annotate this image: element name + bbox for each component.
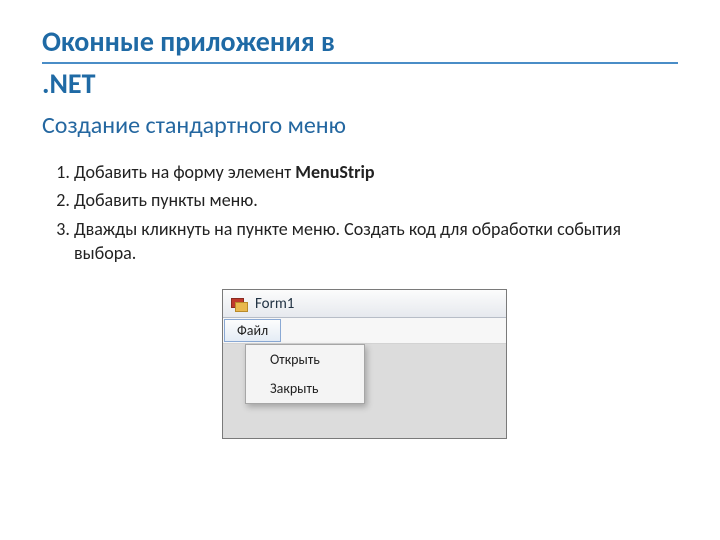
menu-dropdown: Открыть Закрыть	[245, 344, 365, 404]
step-bold: MenuStrip	[295, 161, 374, 183]
slide-title-line2: .NET	[42, 66, 678, 101]
step-item: Добавить пункты меню.	[74, 188, 678, 212]
menu-strip: Файл	[223, 318, 506, 344]
step-text: Добавить на форму элемент	[74, 161, 295, 183]
window-titlebar: Form1	[223, 290, 506, 318]
window-title: Form1	[255, 295, 294, 313]
step-item: Добавить на форму элемент MenuStrip	[74, 160, 678, 184]
slide-subtitle: Создание стандартного меню	[42, 111, 678, 140]
form-designer-screenshot: Form1 Файл Открыть Закрыть	[222, 289, 507, 439]
steps-list: Добавить на форму элемент MenuStrip Доба…	[52, 160, 678, 265]
step-text: Дважды кликнуть на пункте меню. Создать …	[74, 218, 621, 264]
menu-item-open[interactable]: Открыть	[246, 345, 364, 374]
app-icon	[231, 296, 247, 312]
slide-title-line1: Оконные приложения в	[42, 26, 678, 58]
menu-item-close[interactable]: Закрыть	[246, 374, 364, 403]
form-client-area: Открыть Закрыть	[223, 344, 506, 438]
step-item: Дважды кликнуть на пункте меню. Создать …	[74, 217, 678, 266]
menu-top-file[interactable]: Файл	[224, 319, 281, 342]
title-divider	[42, 62, 678, 64]
step-text: Добавить пункты меню.	[74, 189, 258, 211]
